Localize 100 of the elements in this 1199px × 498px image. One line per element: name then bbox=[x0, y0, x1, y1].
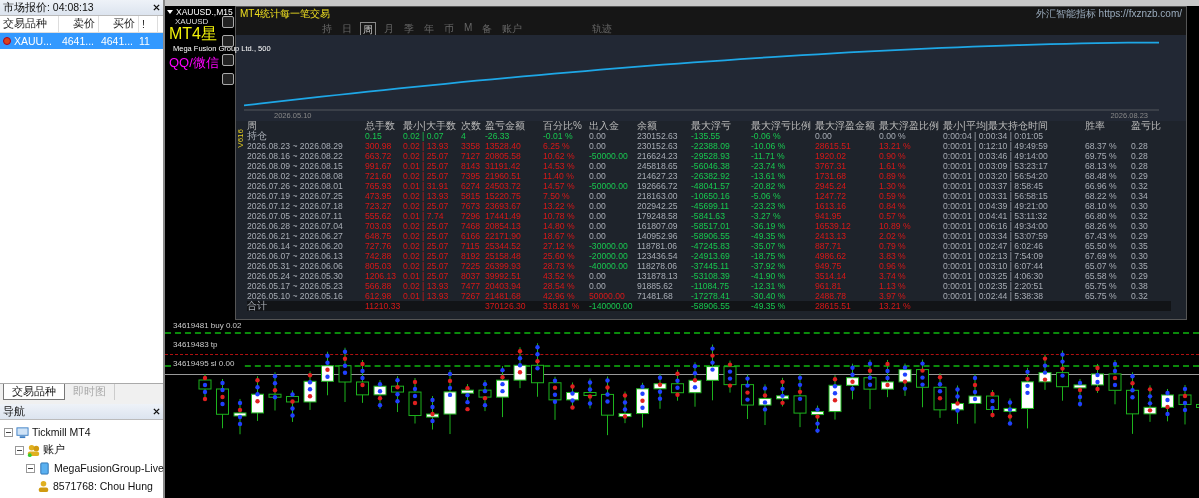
table-cell-text: 723.27 bbox=[365, 201, 393, 211]
table-cell-text: 27.12 % bbox=[543, 241, 576, 251]
period-tab[interactable]: 年 bbox=[422, 22, 436, 38]
table-cell-text: -20000.00 bbox=[589, 251, 629, 261]
period-tab[interactable]: 季 bbox=[402, 22, 416, 38]
dropdown-arrow-icon[interactable] bbox=[167, 10, 173, 14]
candlestick bbox=[391, 375, 404, 413]
toolbar-icon[interactable] bbox=[222, 35, 234, 47]
column-header: 最小|平均|最大持仓时间 bbox=[943, 121, 1050, 131]
candlestick bbox=[1038, 354, 1052, 391]
period-tab[interactable]: 币 bbox=[442, 22, 456, 38]
table-cell-text: 245818.65 bbox=[637, 161, 679, 171]
table-cell-text: 0.57 % bbox=[879, 211, 907, 221]
toolbar-icon[interactable] bbox=[222, 16, 234, 28]
monitor-icon bbox=[16, 425, 29, 439]
table-cell-text: 11.40 % bbox=[543, 171, 575, 181]
column-header[interactable]: 买价 bbox=[99, 16, 139, 32]
column-header: 盈亏比 bbox=[1131, 121, 1162, 131]
overlay-title: MT4星 bbox=[169, 25, 217, 43]
table-cell-text: 0.00 bbox=[589, 191, 607, 201]
candlestick bbox=[863, 359, 877, 410]
table-cell-text: -23.74 % bbox=[751, 161, 787, 171]
table-cell-text: 192666.72 bbox=[637, 181, 679, 191]
tree-item[interactable]: 账户 bbox=[43, 443, 65, 457]
tab[interactable]: 即时图 bbox=[65, 384, 115, 400]
column-header: 最大浮亏 bbox=[691, 121, 732, 131]
table-cell-text: 66.80 % bbox=[1085, 211, 1118, 221]
candlestick bbox=[846, 363, 859, 400]
candlestick bbox=[951, 385, 964, 425]
column-header[interactable]: 卖价 bbox=[59, 16, 99, 32]
table-cell-text: 0:00:01 | 0:02:13 | 7:54:09 bbox=[943, 251, 1045, 261]
table-cell-text: 3.83 % bbox=[879, 251, 907, 261]
table-cell-text: 18.67 % bbox=[543, 231, 576, 241]
period-tab[interactable]: 持 bbox=[320, 22, 334, 38]
table-cell-text: 65.58 % bbox=[1085, 271, 1118, 281]
table-cell-text: 3.74 % bbox=[879, 271, 907, 281]
candlestick bbox=[1003, 397, 1017, 426]
collapse-toggle-icon[interactable] bbox=[26, 463, 35, 473]
table-cell-text: 0.02 | 25.07 bbox=[403, 241, 450, 251]
track-tab[interactable]: 轨迹 bbox=[590, 22, 615, 38]
table-cell-text: -56046.38 bbox=[691, 161, 731, 171]
candlestick bbox=[601, 375, 614, 436]
close-icon[interactable] bbox=[153, 4, 160, 11]
table-cell-text: 0.32 bbox=[1131, 181, 1149, 191]
table-cell-text: 0:00:01 | 0:03:37 | 8:58:45 bbox=[943, 181, 1045, 191]
table-cell-text: 3.97 % bbox=[879, 291, 907, 301]
tree-item[interactable]: MegaFusionGroup-Live bbox=[54, 462, 164, 474]
tree-item[interactable]: Tickmill MT4 bbox=[32, 426, 91, 438]
tab[interactable]: 交易品种 bbox=[3, 384, 65, 400]
period-tab[interactable]: 账户 bbox=[500, 22, 525, 38]
table-cell-text: 68.37 % bbox=[1085, 141, 1118, 151]
table-cell-text: 67.43 % bbox=[1085, 231, 1118, 241]
table-cell-text: 20805.58 bbox=[485, 151, 522, 161]
candlestick bbox=[233, 398, 247, 435]
table-cell-text: 65.75 % bbox=[1085, 281, 1118, 291]
table-cell-text: 13.22 % bbox=[543, 201, 576, 211]
table-cell-text: 2026.05.24 ~ 2026.05.30 bbox=[247, 271, 344, 281]
table-cell-text: 742.88 bbox=[365, 251, 393, 261]
website-link[interactable]: 外汇智能指标 https://fxznzb.com/ bbox=[1035, 6, 1182, 21]
collapse-toggle-icon[interactable] bbox=[4, 427, 13, 437]
table-cell-text: 14.53 % bbox=[543, 161, 576, 171]
tree-item[interactable]: 8571768: Chou Hung bbox=[53, 480, 153, 492]
candlestick bbox=[1091, 363, 1104, 394]
table-cell-text: -0.06 % bbox=[751, 131, 782, 141]
column-header: 次数 bbox=[461, 121, 482, 131]
table-cell-text: -140000.00 bbox=[589, 301, 634, 311]
table-cell-text: 21960.51 bbox=[485, 171, 522, 181]
close-icon[interactable] bbox=[153, 408, 160, 415]
table-cell-text: 2026.05.17 ~ 2026.05.23 bbox=[247, 281, 344, 291]
table-cell-text: 39992.51 bbox=[485, 271, 522, 281]
table-cell-text: -50000.00 bbox=[589, 181, 629, 191]
candlestick bbox=[811, 405, 824, 434]
symbol-row[interactable]: XAUU... 4641... 4641... 11 bbox=[0, 33, 163, 49]
toolbar-icon[interactable] bbox=[222, 54, 234, 66]
table-cell-text: 22171.90 bbox=[485, 231, 522, 241]
table-cell-text: 0:00:01 | 0:12:10 | 49:49:59 bbox=[943, 141, 1049, 151]
column-header[interactable]: ! bbox=[139, 16, 158, 32]
period-tab[interactable]: 备 bbox=[480, 22, 495, 38]
table-cell-text: 765.93 bbox=[365, 181, 393, 191]
toolbar-icon[interactable] bbox=[222, 73, 234, 85]
table-cell-text: -37.92 % bbox=[751, 261, 787, 271]
table-cell-text: 0.00 bbox=[589, 171, 607, 181]
column-header[interactable]: 交易品种 bbox=[0, 16, 59, 32]
period-tab[interactable]: 日 bbox=[340, 22, 354, 38]
table-cell-text: 949.75 bbox=[815, 261, 843, 271]
table-cell-text: 0:00:04 | 0:00:34 | 0:01:05 bbox=[943, 131, 1045, 141]
table-cell-text: 合计 bbox=[247, 301, 267, 311]
candlestick bbox=[986, 389, 999, 418]
candlestick bbox=[618, 391, 632, 424]
table-cell-text: 0.28 bbox=[1131, 151, 1149, 161]
table-cell-text: 161807.09 bbox=[637, 221, 679, 231]
table-cell-text: -3.27 % bbox=[751, 211, 782, 221]
candlestick bbox=[1178, 384, 1192, 425]
period-tab[interactable]: M bbox=[462, 22, 475, 38]
table-cell-text: 17441.49 bbox=[485, 211, 522, 221]
period-tab[interactable]: 月 bbox=[382, 22, 396, 38]
table-cell-text: 0:00:01 | 0:02:47 | 6:02:46 bbox=[943, 241, 1045, 251]
table-cell-text: 68.13 % bbox=[1085, 161, 1118, 171]
table-cell-text: -22388.09 bbox=[691, 141, 731, 151]
collapse-toggle-icon[interactable] bbox=[15, 445, 24, 455]
